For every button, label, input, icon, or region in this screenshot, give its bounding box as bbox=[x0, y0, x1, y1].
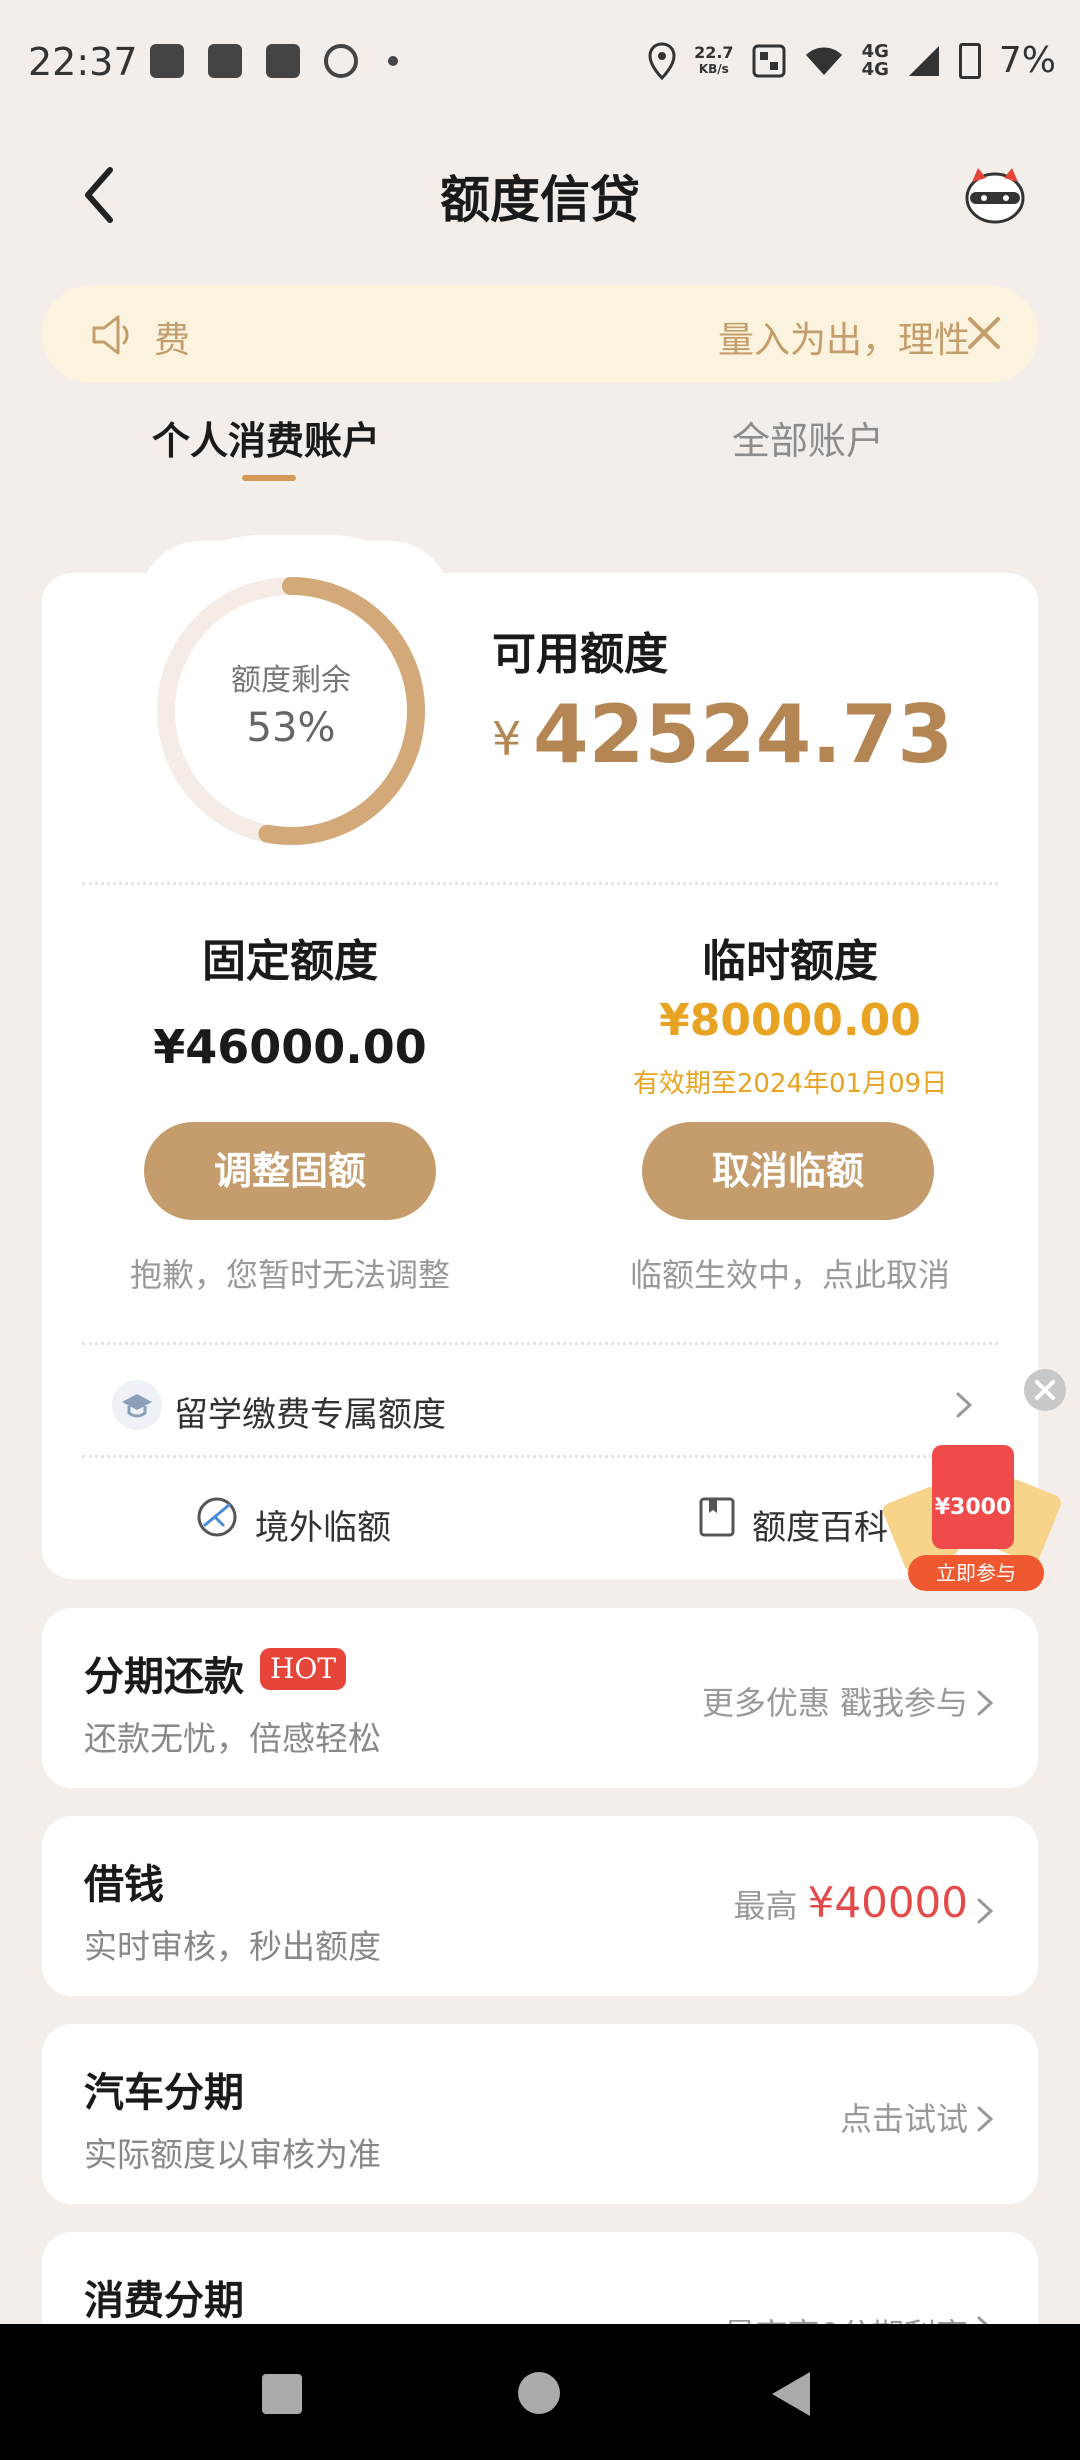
ring-label: 额度剩余 bbox=[231, 663, 351, 698]
hot-badge: HOT bbox=[260, 1648, 347, 1690]
list-item-borrow[interactable]: 借钱 实时审核，秒出额度 最高 ¥40000 bbox=[42, 1816, 1038, 1996]
recents-button[interactable] bbox=[262, 2374, 302, 2414]
fixed-credit-amount: ¥46000.00 bbox=[153, 1020, 427, 1074]
notice-text-left: 费 bbox=[154, 320, 191, 361]
overseas-credit-link[interactable]: 境外临额 bbox=[255, 1500, 391, 1549]
system-nav-bar bbox=[0, 2324, 1080, 2460]
study-abroad-credit-link[interactable]: 留学缴费专属额度 bbox=[174, 1387, 446, 1436]
temp-credit-amount: ¥80000.00 bbox=[659, 995, 921, 1046]
list-item-subtitle: 实时审核，秒出额度 bbox=[84, 1927, 381, 1966]
available-currency: ¥ bbox=[492, 712, 522, 766]
divider bbox=[82, 1455, 998, 1458]
battery-icon bbox=[958, 42, 981, 79]
temp-note[interactable]: 临额生效中，点此取消 bbox=[580, 1250, 1000, 1296]
divider bbox=[82, 882, 998, 885]
chevron-right-icon bbox=[956, 1392, 973, 1418]
book-icon bbox=[699, 1497, 735, 1537]
more-dot-icon bbox=[388, 56, 398, 66]
promo-close-icon[interactable] bbox=[1024, 1369, 1066, 1411]
available-credit-amount: 42524.73 bbox=[533, 688, 954, 781]
list-item-title: 消费分期 bbox=[84, 2278, 244, 2324]
page-title: 额度信贷 bbox=[440, 171, 640, 229]
notice-bar[interactable]: 费 量入为出，理性 bbox=[42, 285, 1038, 383]
status-time: 22:37 bbox=[28, 40, 138, 84]
promo-red-envelope[interactable]: ¥3000 立即参与 bbox=[880, 1445, 1064, 1593]
net-speed: 22.7 KB/s bbox=[694, 42, 734, 76]
speaker-icon bbox=[92, 315, 129, 355]
adjust-fixed-button[interactable]: 调整固额 bbox=[144, 1122, 436, 1220]
max-loan-amount: ¥40000 bbox=[807, 1878, 968, 1927]
list-item-right-text: 更多优惠 戳我参与 bbox=[701, 1684, 968, 1722]
available-credit-label: 可用额度 bbox=[492, 629, 668, 680]
list-item-right-text: 点击试试 bbox=[839, 2100, 968, 2138]
status-bar: 22:37 22.7 KB/s 4G 4G 7% bbox=[0, 0, 1080, 130]
list-item-installment-repay[interactable]: 分期还款 HOT 还款无忧，倍感轻松 更多优惠 戳我参与 bbox=[42, 1608, 1038, 1788]
notification-icons bbox=[150, 44, 398, 78]
credit-wiki-link[interactable]: 额度百科 bbox=[752, 1500, 888, 1549]
chat-icon bbox=[324, 44, 358, 78]
alert-icon bbox=[266, 44, 300, 78]
ring-percent: 53% bbox=[246, 705, 336, 751]
mascot-icon[interactable] bbox=[960, 160, 1030, 230]
list-item-title: 分期还款 bbox=[84, 1654, 244, 1700]
plane-icon bbox=[197, 1497, 237, 1537]
temp-credit-expiry: 有效期至2024年01月09日 bbox=[632, 1069, 948, 1099]
back-button[interactable] bbox=[772, 2372, 810, 2416]
temp-credit-label: 临时额度 bbox=[702, 936, 878, 987]
promo-amount: ¥3000 bbox=[934, 1495, 1012, 1520]
chevron-right-icon bbox=[977, 1690, 994, 1716]
graduation-cap-icon bbox=[112, 1380, 162, 1430]
tab-indicator bbox=[242, 475, 296, 481]
home-button[interactable] bbox=[518, 2372, 560, 2414]
chevron-right-icon bbox=[977, 2106, 994, 2132]
tab-personal-account[interactable]: 个人消费账户 bbox=[152, 410, 380, 465]
wifi-icon bbox=[805, 47, 842, 75]
list-item-right-text: 最高 ¥40000 bbox=[733, 1878, 968, 1927]
signal-label: 4G 4G bbox=[861, 40, 889, 80]
list-item-subtitle: 实际额度以审核为准 bbox=[84, 2135, 381, 2174]
chevron-right-icon bbox=[977, 1898, 994, 1924]
signal-icon bbox=[908, 45, 939, 76]
cancel-temp-button[interactable]: 取消临额 bbox=[642, 1122, 934, 1220]
list-item-title: 汽车分期 bbox=[84, 2070, 244, 2116]
close-icon[interactable] bbox=[964, 313, 1004, 353]
header: 额度信贷 bbox=[0, 130, 1080, 260]
promo-join-button[interactable]: 立即参与 bbox=[908, 1555, 1044, 1591]
message-icon bbox=[150, 44, 184, 78]
alert-icon bbox=[208, 44, 242, 78]
sim-icon bbox=[752, 44, 786, 77]
fixed-note: 抱歉，您暂时无法调整 bbox=[129, 1256, 450, 1294]
location-icon bbox=[648, 41, 676, 80]
status-right: 22.7 KB/s 4G 4G 7% bbox=[648, 40, 1056, 81]
list-item-title: 借钱 bbox=[84, 1862, 164, 1908]
list-item-subtitle: 还款无忧，倍感轻松 bbox=[84, 1719, 381, 1758]
list-item-car-installment[interactable]: 汽车分期 实际额度以审核为准 点击试试 bbox=[42, 2024, 1038, 2204]
fixed-credit-label: 固定额度 bbox=[202, 936, 378, 987]
tab-all-accounts[interactable]: 全部账户 bbox=[732, 410, 884, 465]
battery-percent: 7% bbox=[998, 40, 1056, 81]
divider bbox=[82, 1342, 998, 1345]
notice-text-right: 量入为出，理性 bbox=[718, 320, 971, 361]
